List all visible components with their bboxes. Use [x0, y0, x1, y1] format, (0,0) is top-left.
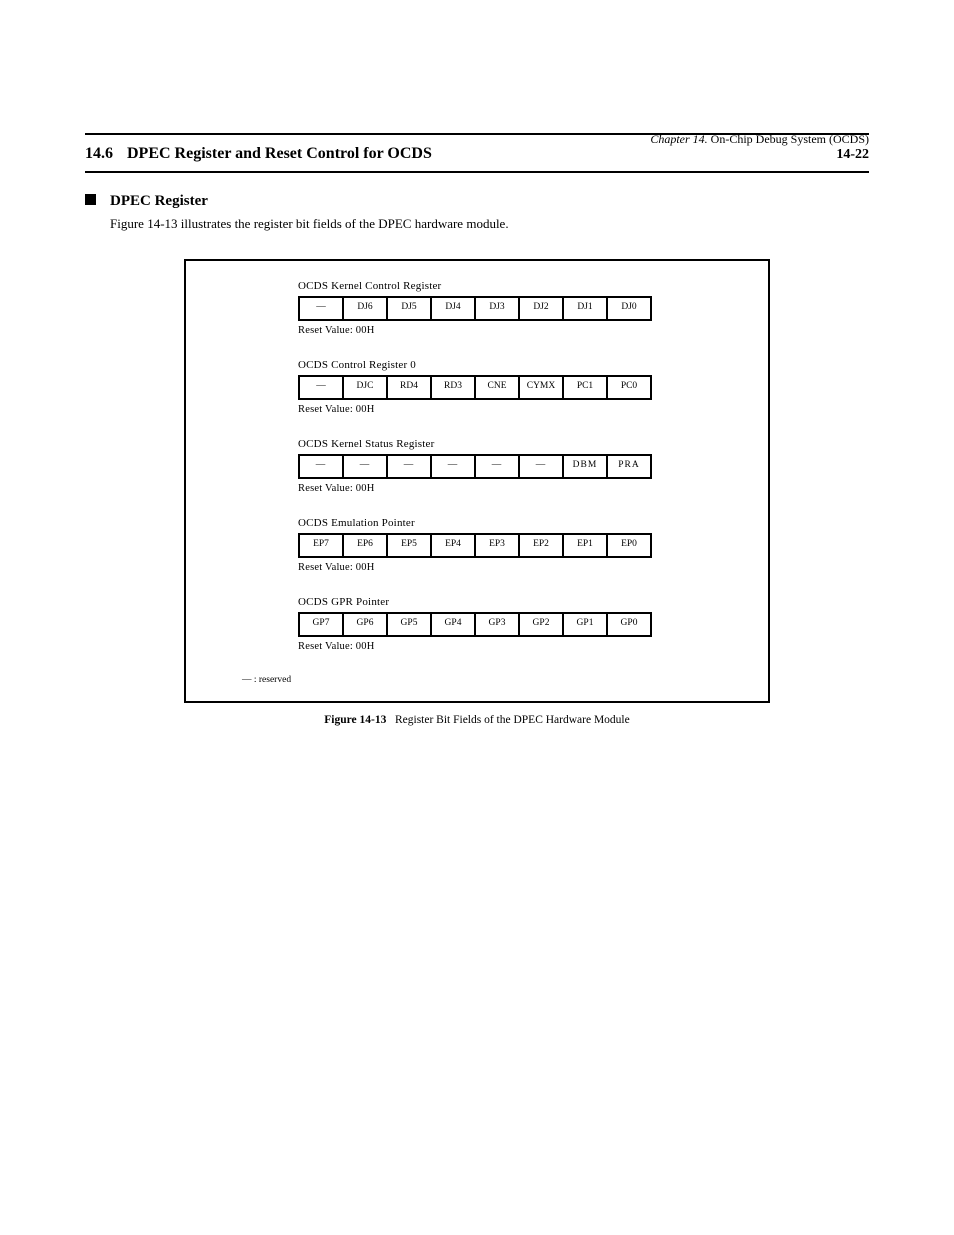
register-cell: GP3: [476, 614, 520, 635]
register-row: OCDS Kernel Status Register — — — — — — …: [208, 437, 746, 496]
register-title: OCDS Kernel Control Register: [298, 279, 746, 294]
register-title: OCDS Emulation Pointer: [298, 516, 746, 531]
register-cell: —: [300, 298, 344, 319]
register-cell: CYMX: [520, 377, 564, 398]
register-cell: EP2: [520, 535, 564, 556]
register-reset-label: Reset Value: 00H: [298, 640, 746, 654]
register-cell: —: [300, 456, 344, 477]
register-title: OCDS GPR Pointer: [298, 595, 746, 610]
register-row: OCDS Kernel Control Register — DJ6 DJ5 D…: [208, 279, 746, 338]
figure-caption-text: Register Bit Fields of the DPEC Hardware…: [395, 714, 630, 726]
register-row: OCDS GPR Pointer GP7 GP6 GP5 GP4 GP3 GP2…: [208, 595, 746, 654]
figure-wrap: OCDS Kernel Control Register — DJ6 DJ5 D…: [184, 259, 770, 728]
figure-footnote: — : reserved: [242, 674, 746, 687]
register-cell: CNE: [476, 377, 520, 398]
register-cell: EP3: [476, 535, 520, 556]
register-reset-label: Reset Value: 00H: [298, 561, 746, 575]
register-cell: RD3: [432, 377, 476, 398]
register-cell: DJ4: [432, 298, 476, 319]
register-cell: GP1: [564, 614, 608, 635]
register-cell: GP0: [608, 614, 652, 635]
register-cell: EP4: [432, 535, 476, 556]
register-cell: —: [520, 456, 564, 477]
register-cell: DJC: [344, 377, 388, 398]
register-cell: —: [388, 456, 432, 477]
register-reset-label: Reset Value: 00H: [298, 324, 746, 338]
square-bullet-icon: [85, 194, 96, 205]
register-cell: DJ5: [388, 298, 432, 319]
register-cell: DJ2: [520, 298, 564, 319]
chapter-label-block: Chapter 14. On-Chip Debug System (OCDS): [650, 131, 869, 147]
register-title: OCDS Control Register 0: [298, 358, 746, 373]
register-reset-label: Reset Value: 00H: [298, 482, 746, 496]
register-cell: DJ6: [344, 298, 388, 319]
register-cell: EP6: [344, 535, 388, 556]
register-title: OCDS Kernel Status Register: [298, 437, 746, 452]
register-row: OCDS Emulation Pointer EP7 EP6 EP5 EP4 E…: [208, 516, 746, 575]
register-cell: DJ1: [564, 298, 608, 319]
register-cell: GP7: [300, 614, 344, 635]
register-cells: — DJ6 DJ5 DJ4 DJ3 DJ2 DJ1 DJ0: [298, 296, 652, 321]
register-cell: GP2: [520, 614, 564, 635]
divider: [85, 171, 869, 173]
register-cell: DJ3: [476, 298, 520, 319]
register-cells: GP7 GP6 GP5 GP4 GP3 GP2 GP1 GP0: [298, 612, 652, 637]
register-cell: GP6: [344, 614, 388, 635]
register-cell: —: [432, 456, 476, 477]
figure-caption: Figure 14-13 Register Bit Fields of the …: [184, 713, 770, 729]
section-number: 14.6: [85, 143, 113, 165]
page: Chapter 14. On-Chip Debug System (OCDS) …: [0, 0, 954, 1235]
page-number: 14-22: [836, 146, 869, 165]
figure-box: OCDS Kernel Control Register — DJ6 DJ5 D…: [184, 259, 770, 703]
register-cell: EP0: [608, 535, 652, 556]
register-cell: EP1: [564, 535, 608, 556]
register-cell: —: [344, 456, 388, 477]
register-cell: PC1: [564, 377, 608, 398]
register-cell: GP5: [388, 614, 432, 635]
bullet-item: DPEC Register: [85, 191, 869, 211]
register-cells: EP7 EP6 EP5 EP4 EP3 EP2 EP1 EP0: [298, 533, 652, 558]
chapter-label: Chapter 14.: [650, 132, 707, 146]
register-cell: —: [300, 377, 344, 398]
bullet-body: Figure 14-13 illustrates the register bi…: [110, 215, 869, 233]
register-reset-label: Reset Value: 00H: [298, 403, 746, 417]
register-cell: GP4: [432, 614, 476, 635]
figure-number: Figure 14-13: [324, 714, 386, 726]
register-cell: —: [476, 456, 520, 477]
register-cell: DJ0: [608, 298, 652, 319]
register-cell: PC0: [608, 377, 652, 398]
register-cells: — DJC RD4 RD3 CNE CYMX PC1 PC0: [298, 375, 652, 400]
register-cell: PRA: [608, 456, 652, 477]
register-cell: DBM: [564, 456, 608, 477]
register-cell: EP5: [388, 535, 432, 556]
page-header: Chapter 14. On-Chip Debug System (OCDS) …: [85, 133, 869, 173]
chapter-title: On-Chip Debug System (OCDS): [711, 132, 869, 146]
register-cell: EP7: [300, 535, 344, 556]
bullet-label: DPEC Register: [110, 191, 208, 211]
register-cell: RD4: [388, 377, 432, 398]
register-cells: — — — — — — DBM PRA: [298, 454, 652, 479]
register-row: OCDS Control Register 0 — DJC RD4 RD3 CN…: [208, 358, 746, 417]
